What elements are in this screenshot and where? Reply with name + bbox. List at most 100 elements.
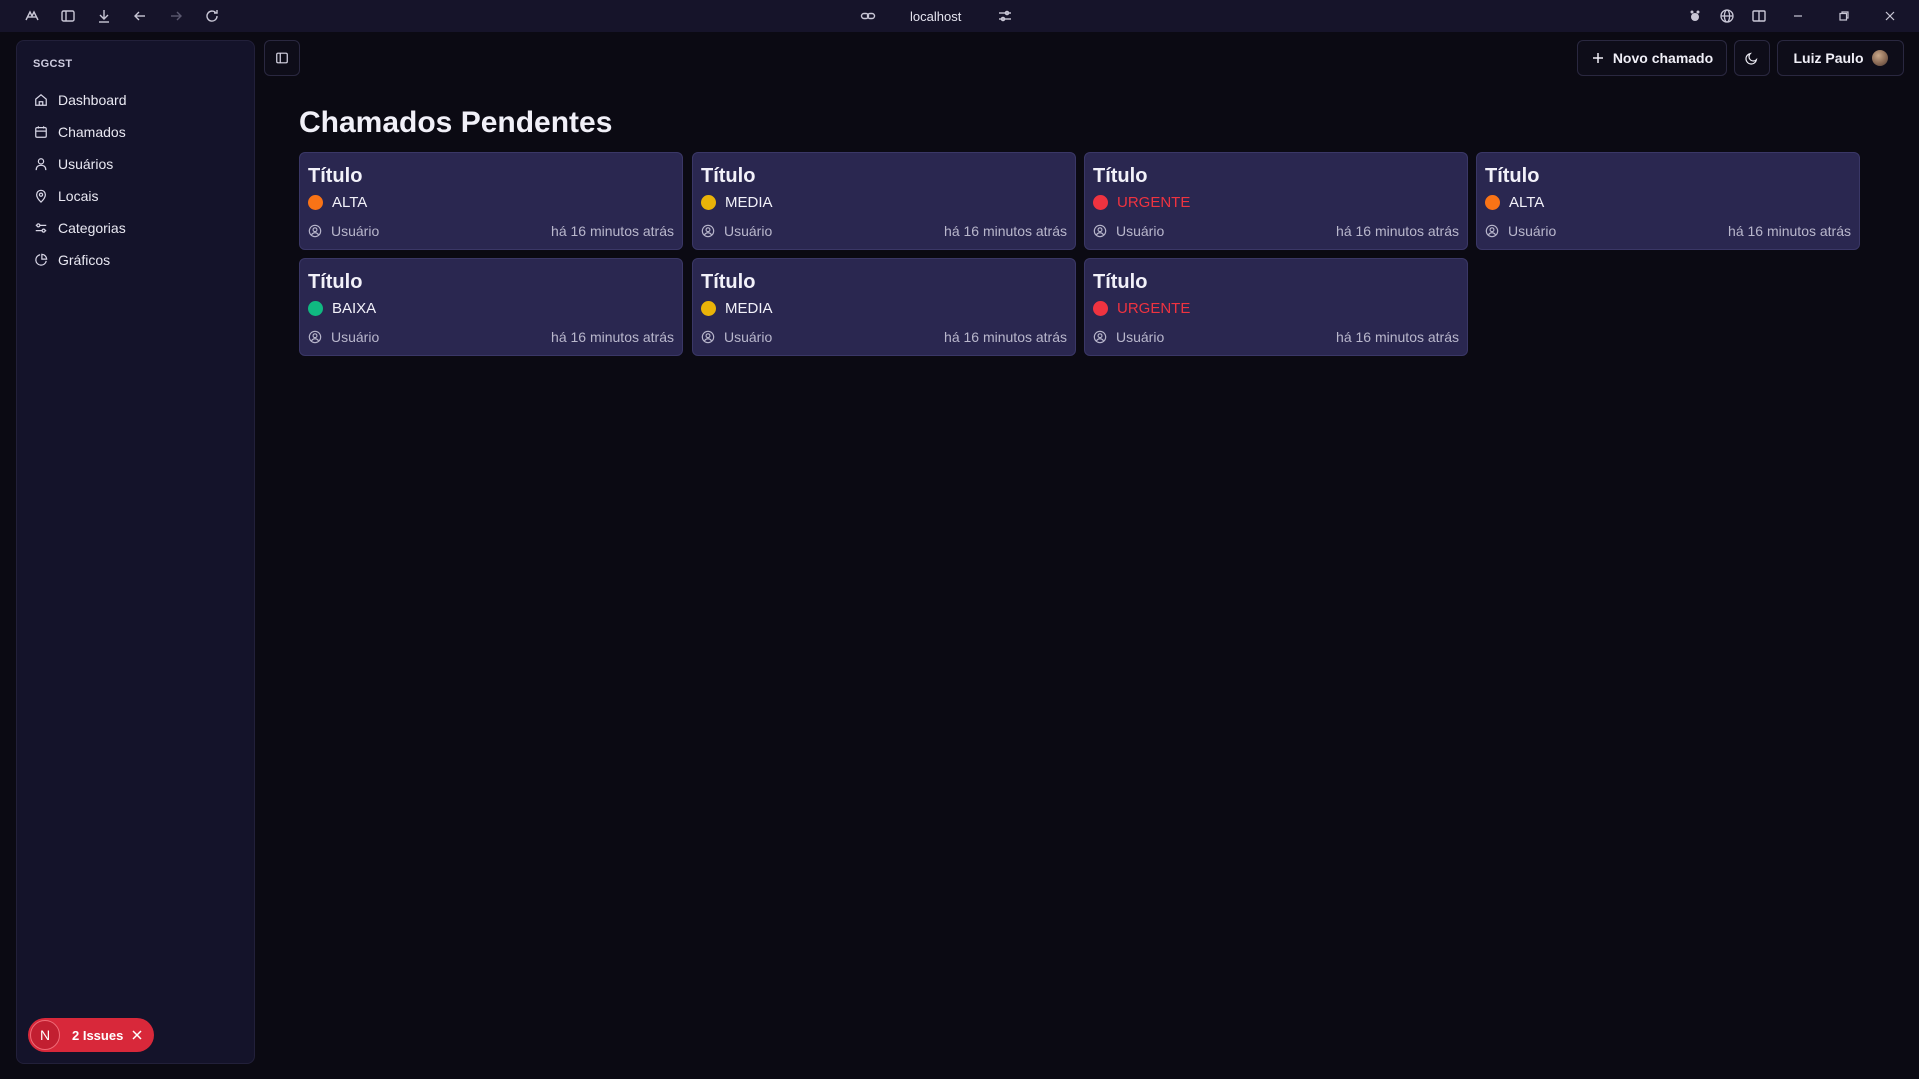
user-menu-button[interactable]: Luiz Paulo	[1777, 40, 1904, 76]
sidebar-item-chamados[interactable]: Chamados	[17, 116, 254, 148]
sidebar-nav: Dashboard Chamados Usuários Locais Categ…	[17, 84, 254, 276]
sidebar-toggle-icon[interactable]	[50, 0, 86, 32]
link-icon	[860, 12, 876, 20]
close-window-icon[interactable]	[1867, 0, 1913, 32]
ticket-card[interactable]: Título ALTA Usuário há 16 minutos atrás	[1476, 152, 1860, 250]
theme-toggle-button[interactable]	[1734, 40, 1770, 76]
priority-indicator: BAIXA	[308, 299, 376, 317]
ticket-user: Usuário	[308, 329, 379, 345]
priority-label: MEDIA	[725, 193, 773, 211]
priority-dot	[701, 194, 716, 210]
extension-icon[interactable]	[1679, 0, 1711, 32]
moon-icon	[1745, 52, 1758, 65]
issues-badge[interactable]: N 2 Issues	[28, 1018, 154, 1052]
close-icon[interactable]	[131, 1029, 143, 1041]
ticket-user: Usuário	[701, 223, 772, 239]
sidebar-item-dashboard[interactable]: Dashboard	[17, 84, 254, 116]
priority-dot	[1093, 194, 1108, 210]
ticket-title: Título	[1093, 271, 1148, 293]
priority-label: ALTA	[1509, 193, 1545, 211]
browser-logo-icon[interactable]	[14, 0, 50, 32]
ticket-user-name: Usuário	[1508, 223, 1557, 239]
ticket-title: Título	[701, 165, 756, 187]
browser-toolbar: localhost	[0, 0, 1919, 32]
plus-icon	[1592, 53, 1603, 63]
sidebar-collapse-button[interactable]	[264, 40, 300, 76]
priority-indicator: URGENTE	[1093, 193, 1190, 211]
user-name: Luiz Paulo	[1793, 50, 1864, 66]
sliders-icon	[35, 223, 47, 233]
priority-label: ALTA	[332, 193, 368, 211]
ticket-card[interactable]: Título MEDIA Usuário há 16 minutos atrás	[692, 152, 1076, 250]
user-circle-icon	[701, 224, 715, 238]
sidebar-item-label: Categorias	[58, 220, 126, 236]
priority-indicator: MEDIA	[701, 193, 773, 211]
ticket-card[interactable]: Título ALTA Usuário há 16 minutos atrás	[299, 152, 683, 250]
ticket-time: há 16 minutos atrás	[551, 329, 674, 345]
sidebar-item-usuarios[interactable]: Usuários	[17, 148, 254, 180]
new-ticket-button[interactable]: Novo chamado	[1577, 40, 1727, 76]
issues-label: 2 Issues	[72, 1027, 124, 1043]
ticket-user: Usuário	[1485, 223, 1556, 239]
forward-arrow-icon[interactable]	[158, 0, 194, 32]
ticket-user: Usuário	[308, 223, 379, 239]
url-bar[interactable]: localhost	[910, 9, 961, 24]
priority-label: BAIXA	[332, 299, 377, 317]
user-circle-icon	[308, 224, 322, 238]
avatar	[1871, 50, 1888, 66]
ticket-user-name: Usuário	[724, 223, 773, 239]
priority-indicator: ALTA	[1485, 193, 1544, 211]
sidebar-item-label: Gráficos	[58, 252, 111, 268]
ticket-title: Título	[1093, 165, 1148, 187]
priority-label: URGENTE	[1117, 299, 1191, 317]
ticket-user-name: Usuário	[724, 329, 773, 345]
ticket-time: há 16 minutos atrás	[944, 223, 1067, 239]
site-settings-icon[interactable]	[997, 8, 1013, 24]
ticket-user-name: Usuário	[331, 223, 380, 239]
priority-indicator: MEDIA	[701, 299, 773, 317]
ticket-title: Título	[308, 271, 363, 293]
new-ticket-label: Novo chamado	[1612, 50, 1714, 66]
calendar-icon	[35, 126, 47, 138]
download-icon[interactable]	[86, 0, 122, 32]
sidebar-item-graficos[interactable]: Gráficos	[17, 244, 254, 276]
restore-icon[interactable]	[1821, 0, 1867, 32]
map-pin-icon	[36, 189, 46, 203]
priority-dot	[1485, 194, 1500, 210]
sidebar-item-label: Chamados	[58, 124, 126, 140]
ticket-title: Título	[308, 165, 363, 187]
reload-icon[interactable]	[194, 0, 230, 32]
ticket-user: Usuário	[1093, 223, 1164, 239]
user-circle-icon	[1093, 224, 1107, 238]
sidebar: SGCST Dashboard Chamados Usuários Locais…	[16, 40, 255, 1064]
ticket-card[interactable]: Título BAIXA Usuário há 16 minutos atrás	[299, 258, 683, 356]
ticket-card[interactable]: Título MEDIA Usuário há 16 minutos atrás	[692, 258, 1076, 356]
globe-icon[interactable]	[1711, 0, 1743, 32]
home-icon	[35, 93, 47, 106]
priority-label: URGENTE	[1117, 193, 1191, 211]
ticket-user-name: Usuário	[1116, 223, 1165, 239]
sidebar-item-label: Usuários	[58, 156, 114, 172]
ticket-user: Usuário	[1093, 329, 1164, 345]
sidebar-item-categorias[interactable]: Categorias	[17, 212, 254, 244]
user-circle-icon	[308, 330, 322, 344]
ticket-card[interactable]: Título URGENTE Usuário há 16 minutos atr…	[1084, 258, 1468, 356]
ticket-time: há 16 minutos atrás	[1336, 329, 1459, 345]
page-title: Chamados Pendentes	[299, 106, 613, 139]
ticket-title: Título	[701, 271, 756, 293]
app-brand: SGCST	[33, 58, 73, 70]
ticket-card[interactable]: Título URGENTE Usuário há 16 minutos atr…	[1084, 152, 1468, 250]
ticket-time: há 16 minutos atrás	[944, 329, 1067, 345]
back-arrow-icon[interactable]	[122, 0, 158, 32]
priority-dot	[701, 300, 716, 316]
ticket-user: Usuário	[701, 329, 772, 345]
user-circle-icon	[1093, 330, 1107, 344]
sidebar-item-label: Locais	[58, 188, 99, 204]
ticket-user-name: Usuário	[331, 329, 380, 345]
priority-indicator: URGENTE	[1093, 299, 1190, 317]
split-view-icon[interactable]	[1743, 0, 1775, 32]
sidebar-item-locais[interactable]: Locais	[17, 180, 254, 212]
minimize-icon[interactable]	[1775, 0, 1821, 32]
user-circle-icon	[1485, 224, 1499, 238]
ticket-time: há 16 minutos atrás	[551, 223, 674, 239]
